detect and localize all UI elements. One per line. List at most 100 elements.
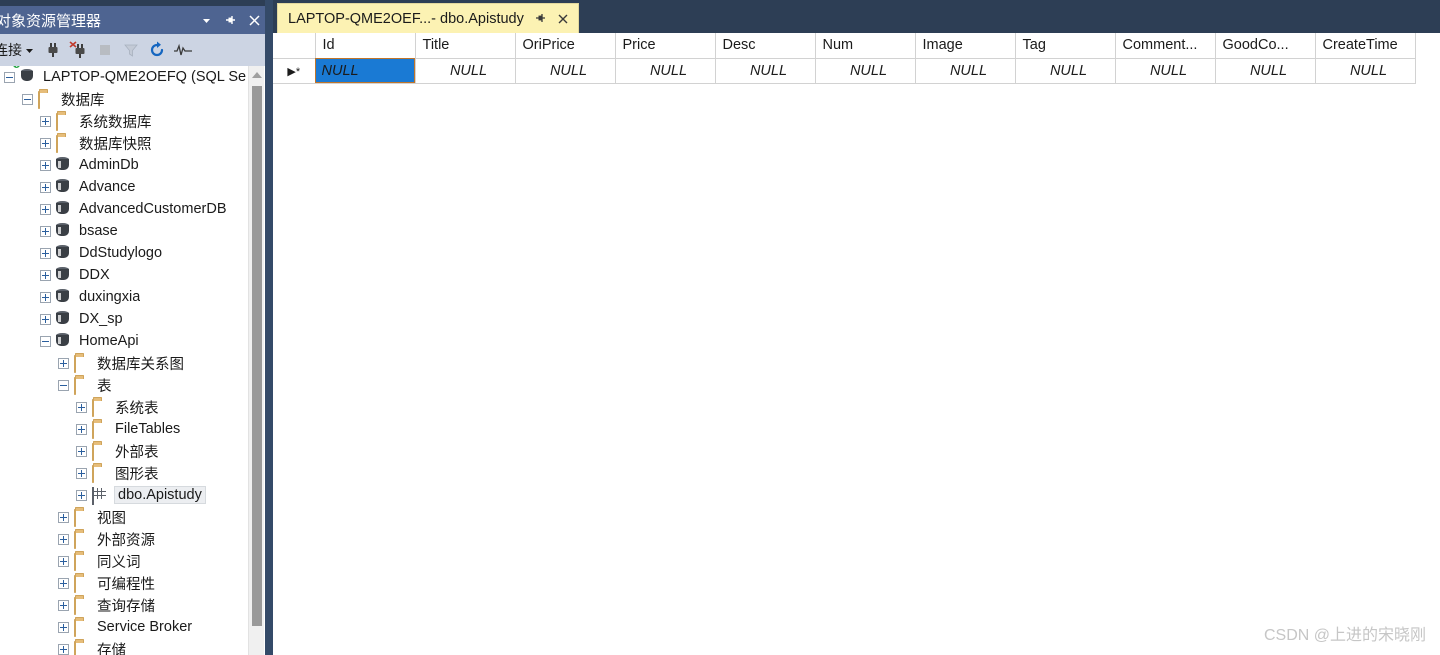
column-header[interactable]: Num — [815, 33, 916, 59]
table-cell[interactable]: NULL — [615, 58, 716, 84]
tree-node[interactable]: 图形表 — [0, 462, 248, 484]
collapse-icon[interactable] — [58, 379, 69, 391]
refresh-icon[interactable] — [144, 37, 170, 63]
tree-node[interactable]: DX_sp — [0, 308, 248, 330]
row-header-new-row-indicator[interactable]: ▶* — [273, 58, 316, 84]
tree-node[interactable]: 查询存储 — [0, 594, 248, 616]
table-cell[interactable]: NULL — [415, 58, 516, 84]
tree-node[interactable]: AdminDb — [0, 154, 248, 176]
table-cell[interactable]: NULL — [915, 58, 1016, 84]
table-row[interactable]: ▶* NULL NULL NULL NULL NULL NULL NULL NULL NULL NU… — [273, 58, 1416, 84]
scroll-up-icon[interactable] — [249, 66, 265, 83]
tree-node[interactable]: 数据库快照 — [0, 132, 248, 154]
collapse-icon[interactable] — [22, 93, 33, 105]
table-cell[interactable]: NULL — [715, 58, 816, 84]
column-header[interactable]: Price — [615, 33, 716, 59]
dropdown-icon[interactable] — [199, 11, 213, 29]
tree-node[interactable]: 外部资源 — [0, 528, 248, 550]
disconnect-icon[interactable] — [66, 37, 92, 63]
tree-node[interactable]: 数据库 — [0, 88, 248, 110]
table-cell[interactable]: NULL — [515, 58, 616, 84]
expand-icon[interactable] — [58, 511, 69, 523]
table-cell[interactable]: NULL — [1215, 58, 1316, 84]
tree-node[interactable]: 系统表 — [0, 396, 248, 418]
column-header[interactable]: Id — [315, 33, 416, 59]
tree-node[interactable]: Advance — [0, 176, 248, 198]
table-cell[interactable]: NULL — [815, 58, 916, 84]
scrollbar-thumb[interactable] — [252, 86, 262, 626]
expand-icon[interactable] — [76, 445, 87, 457]
expand-icon[interactable] — [40, 137, 51, 149]
expand-icon[interactable] — [58, 533, 69, 545]
tree-node[interactable]: FileTables — [0, 418, 248, 440]
expand-icon[interactable] — [58, 599, 69, 611]
expand-icon[interactable] — [40, 313, 51, 325]
column-header[interactable]: GoodCo... — [1215, 33, 1316, 59]
pin-icon[interactable] — [533, 11, 547, 27]
column-header[interactable]: Title — [415, 33, 516, 59]
tree-node[interactable]: 系统数据库 — [0, 110, 248, 132]
table-cell[interactable]: NULL — [1115, 58, 1216, 84]
column-header[interactable]: Tag — [1015, 33, 1116, 59]
folder-icon — [74, 531, 92, 549]
panel-splitter[interactable] — [265, 0, 273, 655]
column-header[interactable]: Desc — [715, 33, 816, 59]
filter-icon[interactable] — [118, 37, 144, 63]
tree-node[interactable]: dbo.Apistudy — [0, 484, 248, 506]
tab-apistudy[interactable]: LAPTOP-QME2OEF...- dbo.Apistudy — [277, 3, 579, 33]
column-header[interactable]: Comment... — [1115, 33, 1216, 59]
tree-node[interactable]: 可编程性 — [0, 572, 248, 594]
close-icon[interactable] — [556, 11, 570, 27]
tree-node[interactable]: AdvancedCustomerDB — [0, 198, 248, 220]
close-icon[interactable] — [247, 11, 261, 29]
expand-icon[interactable] — [40, 181, 51, 193]
tree-node[interactable]: LAPTOP-QME2OEFQ (SQL Se — [0, 66, 248, 88]
pin-icon[interactable] — [223, 11, 237, 29]
expand-icon[interactable] — [58, 357, 69, 369]
expand-icon[interactable] — [40, 269, 51, 281]
object-explorer-tree[interactable]: LAPTOP-QME2OEFQ (SQL Se 数据库 系统数据库 数据库快照 Admi… — [0, 66, 248, 655]
results-grid[interactable]: Id Title OriPrice Price Desc Num Image Tag Comme… — [273, 33, 1440, 655]
expand-icon[interactable] — [40, 159, 51, 171]
expand-icon[interactable] — [40, 247, 51, 259]
expand-icon[interactable] — [40, 291, 51, 303]
connect-button[interactable]: 连接 — [0, 40, 40, 60]
table-cell-selected[interactable]: NULL — [315, 58, 416, 84]
tree-node[interactable]: DDX — [0, 264, 248, 286]
expand-icon[interactable] — [76, 423, 87, 435]
expand-icon[interactable] — [40, 225, 51, 237]
expand-icon[interactable] — [76, 489, 87, 501]
tree-node[interactable]: 表 — [0, 374, 248, 396]
expand-icon[interactable] — [58, 577, 69, 589]
column-header[interactable]: OriPrice — [515, 33, 616, 59]
column-header[interactable]: CreateTime — [1315, 33, 1416, 59]
expand-icon[interactable] — [58, 621, 69, 633]
collapse-icon[interactable] — [4, 71, 15, 83]
tree-node[interactable]: 同义词 — [0, 550, 248, 572]
tree-node[interactable]: duxingxia — [0, 286, 248, 308]
tree-node-label: 外部表 — [115, 444, 159, 461]
table-cell[interactable]: NULL — [1015, 58, 1116, 84]
expand-icon[interactable] — [76, 401, 87, 413]
expand-icon[interactable] — [58, 555, 69, 567]
tree-node[interactable]: 数据库关系图 — [0, 352, 248, 374]
expand-icon[interactable] — [40, 203, 51, 215]
expand-icon[interactable] — [40, 115, 51, 127]
table-cell[interactable]: NULL — [1315, 58, 1416, 84]
activity-monitor-icon[interactable] — [170, 37, 196, 63]
data-table: Id Title OriPrice Price Desc Num Image Tag Comme… — [273, 33, 1416, 84]
tree-node[interactable]: bsase — [0, 220, 248, 242]
connect-icon[interactable] — [40, 37, 66, 63]
tree-node[interactable]: 外部表 — [0, 440, 248, 462]
column-header[interactable]: Image — [915, 33, 1016, 59]
tree-node[interactable]: DdStudylogo — [0, 242, 248, 264]
expand-icon[interactable] — [58, 643, 69, 655]
tree-node[interactable]: HomeApi — [0, 330, 248, 352]
tree-node[interactable]: Service Broker — [0, 616, 248, 638]
expand-icon[interactable] — [76, 467, 87, 479]
tree-vertical-scrollbar[interactable] — [248, 66, 264, 655]
tree-node[interactable]: 存储 — [0, 638, 248, 655]
tree-node[interactable]: 视图 — [0, 506, 248, 528]
select-all-corner[interactable] — [273, 33, 316, 59]
collapse-icon[interactable] — [40, 335, 51, 347]
